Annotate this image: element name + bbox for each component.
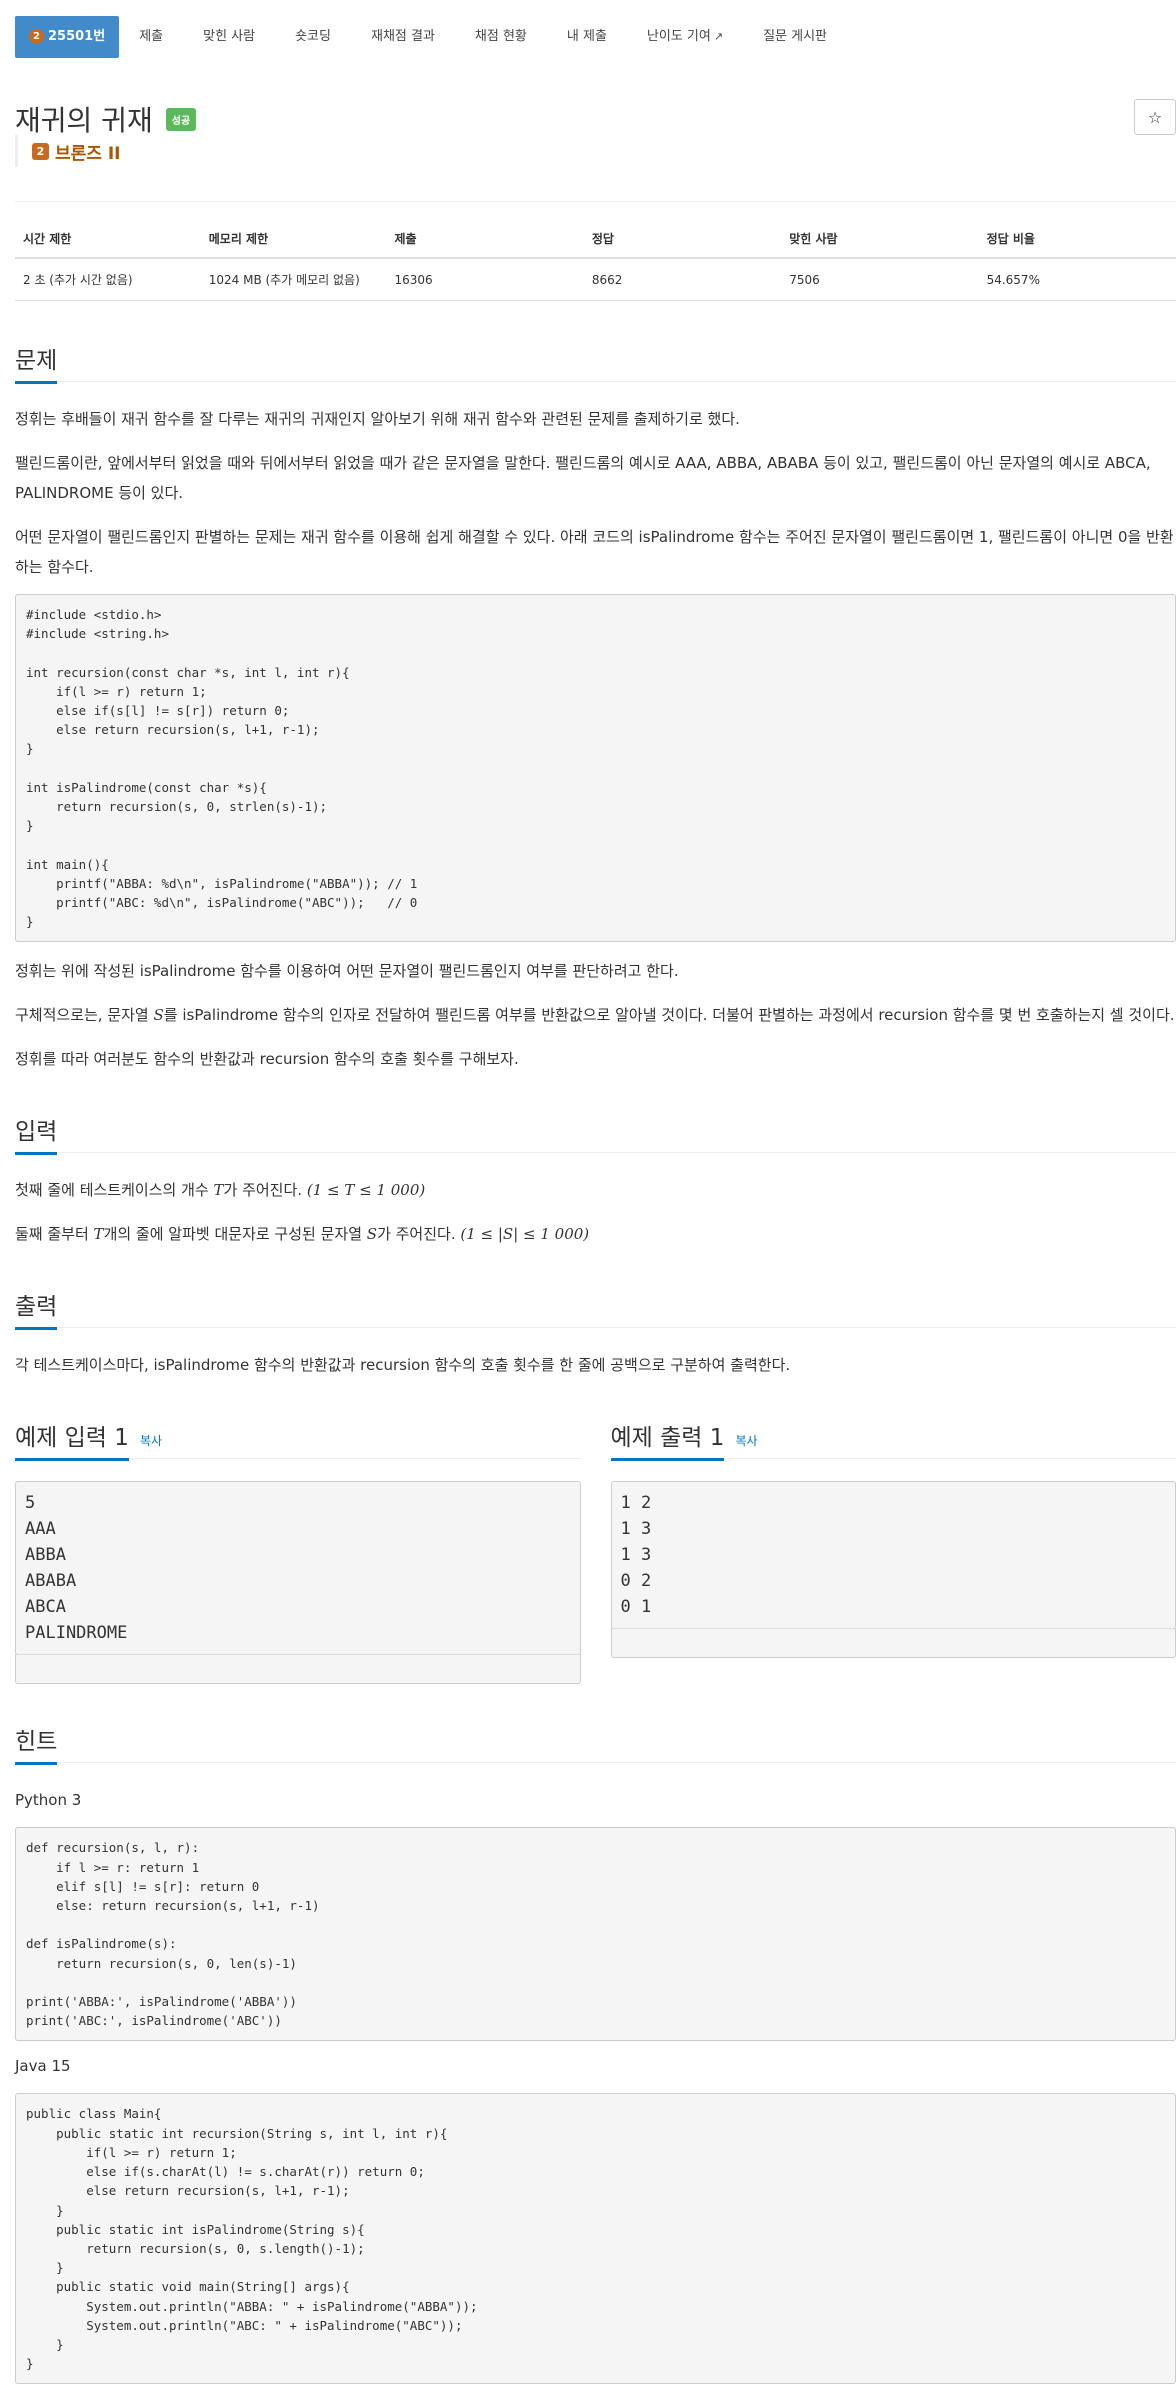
output-headline: 출력 — [15, 1287, 1176, 1328]
p5-text-b: 를 isPalindrome 함수의 인자로 전달하여 팰린드롬 여부를 반환값… — [164, 1006, 1175, 1024]
math-var-s: S — [367, 1225, 377, 1243]
in1-text-b: 가 주어진다. — [224, 1181, 307, 1199]
copy-sample-output-button[interactable]: 복사 — [736, 1434, 758, 1448]
math-var-t: T — [94, 1225, 104, 1243]
tab-rejudge-results[interactable]: 재채점 결과 — [351, 16, 455, 58]
code-block-c[interactable]: #include <stdio.h> #include <string.h> i… — [15, 594, 1176, 942]
problem-section: 문제 정휘는 후배들이 재귀 함수를 잘 다루는 재귀의 귀재인지 알아보기 위… — [15, 341, 1176, 1074]
copy-sample-input-button[interactable]: 복사 — [140, 1434, 162, 1448]
value-time-limit: 2 초 (추가 시간 없음) — [15, 258, 201, 301]
hint-headline: 힌트 — [15, 1722, 1176, 1763]
samples: 예제 입력 1 복사 5 AAA ABBA ABABA ABCA PALINDR… — [15, 1380, 1176, 1684]
problem-paragraph-3: 어떤 문자열이 팰린드롬인지 판별하는 문제는 재귀 함수를 이용해 쉽게 해결… — [15, 522, 1176, 582]
tab-problem-label: 25501번 — [48, 16, 105, 58]
header-memory-limit: 메모리 제한 — [201, 220, 387, 258]
problem-paragraph-2: 팰린드롬이란, 앞에서부터 읽었을 때와 뒤에서부터 읽었을 때가 같은 문자열… — [15, 448, 1176, 508]
value-submissions: 16306 — [387, 258, 584, 301]
header-accept-ratio: 정답 비율 — [979, 220, 1176, 258]
tab-my-submissions[interactable]: 내 제출 — [547, 16, 627, 58]
sample-input-footer — [15, 1654, 581, 1684]
code-block-java[interactable]: public class Main{ public static int rec… — [15, 2093, 1176, 2384]
sample-output-heading: 예제 출력 1 — [611, 1418, 725, 1461]
value-memory-limit: 1024 MB (추가 메모리 없음) — [201, 258, 387, 301]
table-row: 2 초 (추가 시간 없음) 1024 MB (추가 메모리 없음) 16306… — [15, 258, 1176, 301]
problem-paragraph-6: 정휘를 따라 여러분도 함수의 반환값과 recursion 함수의 호출 횟수… — [15, 1044, 1176, 1074]
sample-input-block: 예제 입력 1 복사 5 AAA ABBA ABABA ABCA PALINDR… — [15, 1380, 581, 1684]
tier-bronze-icon: 2 — [29, 29, 44, 44]
status-badge: 성공 — [166, 108, 196, 131]
in2-text-c: 가 주어진다. — [377, 1225, 460, 1243]
problem-headline: 문제 — [15, 341, 1176, 382]
value-solved-users: 7506 — [781, 258, 978, 301]
math-var-t: T — [213, 1181, 223, 1199]
sample-output-footer — [611, 1628, 1176, 1658]
star-button[interactable]: ☆ — [1134, 99, 1176, 135]
problem-heading: 문제 — [15, 341, 57, 384]
output-paragraph-1: 각 테스트케이스마다, isPalindrome 함수의 반환값과 recurs… — [15, 1350, 1176, 1380]
title-row: 재귀의 귀재 성공 ☆ — [15, 99, 1176, 153]
in2-text-b: 개의 줄에 알파벳 대문자로 구성된 문자열 — [104, 1225, 367, 1243]
tab-problem[interactable]: 2 25501번 — [15, 16, 119, 58]
math-constraint-t: (1 ≤ T ≤ 1 000) — [307, 1181, 425, 1199]
external-link-icon: ↗ — [714, 30, 723, 43]
input-paragraph-1: 첫째 줄에 테스트케이스의 개수 T가 주어진다. (1 ≤ T ≤ 1 000… — [15, 1175, 1176, 1205]
sample-output-block: 예제 출력 1 복사 1 2 1 3 1 3 0 2 0 1 — [611, 1380, 1176, 1684]
header-accepted: 정답 — [584, 220, 781, 258]
output-heading: 출력 — [15, 1287, 57, 1330]
problem-tabs: 2 25501번 제출 맞힌 사람 숏코딩 재채점 결과 채점 현황 내 제출 … — [15, 10, 1176, 63]
problem-paragraph-1: 정휘는 후배들이 재귀 함수를 잘 다루는 재귀의 귀재인지 알아보기 위해 재… — [15, 404, 1176, 434]
in1-text-a: 첫째 줄에 테스트케이스의 개수 — [15, 1181, 213, 1199]
hint-heading: 힌트 — [15, 1722, 57, 1765]
output-section: 출력 각 테스트케이스마다, isPalindrome 함수의 반환값과 rec… — [15, 1287, 1176, 1380]
page: 2 25501번 제출 맞힌 사람 숏코딩 재채점 결과 채점 현황 내 제출 … — [15, 10, 1176, 2384]
sample-input[interactable]: 5 AAA ABBA ABABA ABCA PALINDROME — [15, 1481, 581, 1655]
tab-status[interactable]: 채점 현황 — [455, 16, 547, 58]
tab-difficulty-contribution[interactable]: 난이도 기여↗ — [627, 16, 743, 58]
sample-input-headline: 예제 입력 1 복사 — [15, 1418, 581, 1459]
input-section: 입력 첫째 줄에 테스트케이스의 개수 T가 주어진다. (1 ≤ T ≤ 1 … — [15, 1112, 1176, 1249]
tab-question-board[interactable]: 질문 게시판 — [743, 16, 847, 58]
hint-language-java: Java 15 — [15, 2057, 1176, 2075]
tab-submit[interactable]: 제출 — [119, 16, 183, 58]
star-icon: ☆ — [1148, 108, 1162, 127]
sample-input-heading: 예제 입력 1 — [15, 1418, 129, 1461]
problem-info-table: 시간 제한 메모리 제한 제출 정답 맞힌 사람 정답 비율 2 초 (추가 시… — [15, 220, 1176, 301]
hint-section: 힌트 Python 3 def recursion(s, l, r): if l… — [15, 1722, 1176, 2384]
tab-short-coding[interactable]: 숏코딩 — [275, 16, 351, 58]
p5-text-a: 구체적으로는, 문자열 — [15, 1006, 154, 1024]
problem-paragraph-4: 정휘는 위에 작성된 isPalindrome 함수를 이용하여 어떤 문자열이… — [15, 956, 1176, 986]
code-block-python[interactable]: def recursion(s, l, r): if l >= r: retur… — [15, 1827, 1176, 2041]
header-time-limit: 시간 제한 — [15, 220, 201, 258]
header-solved-users: 맞힌 사람 — [781, 220, 978, 258]
page-title: 재귀의 귀재 — [15, 99, 153, 139]
value-accepted: 8662 — [584, 258, 781, 301]
input-headline: 입력 — [15, 1112, 1176, 1153]
in2-text-a: 둘째 줄부터 — [15, 1225, 94, 1243]
value-accept-ratio: 54.657% — [979, 258, 1176, 301]
tab-solved-users[interactable]: 맞힌 사람 — [183, 16, 275, 58]
sample-output[interactable]: 1 2 1 3 1 3 0 2 0 1 — [611, 1481, 1176, 1629]
hint-language-python: Python 3 — [15, 1791, 1176, 1809]
tab-difficulty-label: 난이도 기여 — [647, 29, 711, 44]
math-constraint-s: (1 ≤ |S| ≤ 1 000) — [460, 1225, 589, 1243]
divider — [15, 201, 1176, 202]
input-heading: 입력 — [15, 1112, 57, 1155]
header-submissions: 제출 — [387, 220, 584, 258]
problem-paragraph-5: 구체적으로는, 문자열 S를 isPalindrome 함수의 인자로 전달하여… — [15, 1000, 1176, 1030]
table-header-row: 시간 제한 메모리 제한 제출 정답 맞힌 사람 정답 비율 — [15, 220, 1176, 258]
math-var-s: S — [154, 1006, 164, 1024]
input-paragraph-2: 둘째 줄부터 T개의 줄에 알파벳 대문자로 구성된 문자열 S가 주어진다. … — [15, 1219, 1176, 1249]
sample-output-headline: 예제 출력 1 복사 — [611, 1418, 1176, 1459]
